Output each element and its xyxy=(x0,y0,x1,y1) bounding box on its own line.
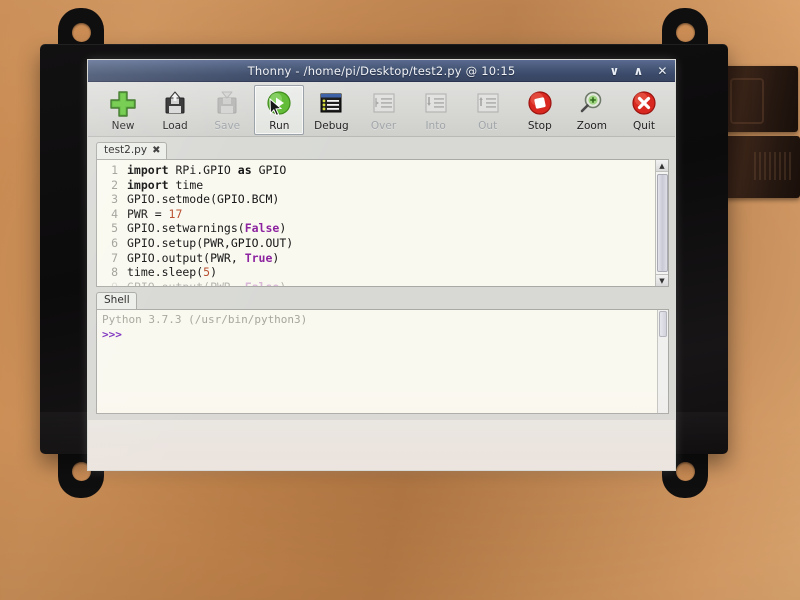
line-number: 2 xyxy=(111,177,118,192)
line-number-gutter: 123456789 xyxy=(97,160,123,286)
quit-icon xyxy=(629,89,659,119)
save-file-icon xyxy=(212,89,242,119)
step-into-button-label: Into xyxy=(425,120,446,132)
line-number: 4 xyxy=(111,206,118,221)
load-button[interactable]: Load xyxy=(150,85,200,135)
new-button[interactable]: New xyxy=(98,85,148,135)
load-file-icon xyxy=(160,89,190,119)
code-line: GPIO.setmode(GPIO.BCM) xyxy=(127,192,280,207)
window-controls: ∨ ∧ ✕ xyxy=(608,60,669,82)
step-out-icon xyxy=(473,89,503,119)
window-titlebar: Thonny - /home/pi/Desktop/test2.py @ 10:… xyxy=(88,60,675,82)
code-line: PWR = 17 xyxy=(127,206,183,221)
shell-tab-label: Shell xyxy=(104,294,130,307)
editor-scrollbar[interactable]: ▲ ▼ xyxy=(655,160,668,286)
minimize-icon[interactable]: ∨ xyxy=(608,65,621,78)
stop-icon xyxy=(525,89,555,119)
run-button-label: Run xyxy=(269,120,290,132)
close-tab-icon[interactable]: ✖ xyxy=(152,145,160,157)
photo-scene: Thonny - /home/pi/Desktop/test2.py @ 10:… xyxy=(0,0,800,600)
close-icon[interactable]: ✕ xyxy=(656,65,669,78)
screw-hole xyxy=(676,23,695,42)
maximize-icon[interactable]: ∧ xyxy=(632,65,645,78)
step-out-button[interactable]: Out xyxy=(463,85,513,135)
shell-panel: Shell Python 3.7.3 (/usr/bin/python3) >>… xyxy=(88,287,675,420)
run-icon xyxy=(264,89,294,119)
save-button-label: Save xyxy=(214,120,241,132)
shell-banner-text: Python 3.7.3 (/usr/bin/python3) xyxy=(102,313,308,326)
code-line: GPIO.setwarnings(False) xyxy=(127,221,287,236)
step-into-button[interactable]: Into xyxy=(411,85,461,135)
window-title: Thonny - /home/pi/Desktop/test2.py @ 10:… xyxy=(247,63,516,78)
code-line: import time xyxy=(127,177,204,192)
screw-hole xyxy=(72,23,91,42)
screw-hole xyxy=(676,462,695,481)
code-editor[interactable]: 123456789 import RPi.GPIO as GPIO import … xyxy=(96,159,669,287)
line-number: 3 xyxy=(111,192,118,207)
editor-panel: test2.py ✖ 123456789 import RPi.GPIO as … xyxy=(88,137,675,287)
step-over-icon xyxy=(369,89,399,119)
run-button[interactable]: Run xyxy=(254,85,305,135)
scrollbar-thumb[interactable] xyxy=(656,174,668,272)
line-number: 8 xyxy=(111,265,118,280)
quit-button-label: Quit xyxy=(633,120,655,132)
code-line: GPIO.setup(PWR,GPIO.OUT) xyxy=(127,235,294,250)
shell-prompt[interactable]: >>> xyxy=(102,328,664,343)
scroll-up-icon[interactable]: ▲ xyxy=(655,160,668,172)
scrollbar-track[interactable] xyxy=(655,172,668,274)
zoom-button-label: Zoom xyxy=(576,120,608,132)
zoom-button[interactable]: Zoom xyxy=(567,85,617,135)
editor-tab-test2py[interactable]: test2.py ✖ xyxy=(96,142,168,159)
load-button-label: Load xyxy=(162,120,188,132)
editor-tab-label: test2.py xyxy=(104,144,148,157)
scroll-down-icon[interactable]: ▼ xyxy=(655,274,668,286)
debug-button[interactable]: Debug xyxy=(306,85,356,135)
step-into-icon xyxy=(421,89,451,119)
line-number: 9 xyxy=(111,279,118,287)
stop-button-label: Stop xyxy=(527,120,552,132)
lcd-screen: Thonny - /home/pi/Desktop/test2.py @ 10:… xyxy=(88,60,675,470)
zoom-icon xyxy=(577,89,607,119)
line-number: 5 xyxy=(111,221,118,236)
shell-tab[interactable]: Shell xyxy=(96,292,137,309)
main-toolbar: New Load Save Run Debug Over Into Out St… xyxy=(88,82,675,137)
code-line: time.sleep(5) xyxy=(127,265,218,280)
shell-scrollbar-thumb[interactable] xyxy=(659,311,667,337)
debug-button-label: Debug xyxy=(314,120,349,132)
line-number: 6 xyxy=(111,235,118,250)
shell-scrollbar[interactable] xyxy=(657,310,668,413)
editor-tabstrip: test2.py ✖ xyxy=(96,141,669,159)
new-file-icon xyxy=(108,89,138,119)
step-over-button[interactable]: Over xyxy=(358,85,408,135)
quit-button[interactable]: Quit xyxy=(619,85,669,135)
debug-icon xyxy=(316,89,346,119)
code-text[interactable]: import RPi.GPIO as GPIO import time GPIO.s… xyxy=(123,160,668,286)
code-line: import RPi.GPIO as GPIO xyxy=(127,163,287,177)
step-over-button-label: Over xyxy=(370,120,397,132)
step-out-button-label: Out xyxy=(478,120,498,132)
code-line: GPIO.output(PWR, False) xyxy=(127,280,668,286)
stop-button[interactable]: Stop xyxy=(515,85,565,135)
shell-tabstrip: Shell xyxy=(96,291,669,309)
line-number: 7 xyxy=(111,250,118,265)
monitor-bezel: Thonny - /home/pi/Desktop/test2.py @ 10:… xyxy=(40,44,728,470)
code-line: GPIO.output(PWR, True) xyxy=(127,250,280,265)
shell-output[interactable]: Python 3.7.3 (/usr/bin/python3) >>> xyxy=(96,309,669,414)
line-number: 1 xyxy=(111,163,118,177)
save-button[interactable]: Save xyxy=(202,85,252,135)
new-button-label: New xyxy=(111,120,135,132)
